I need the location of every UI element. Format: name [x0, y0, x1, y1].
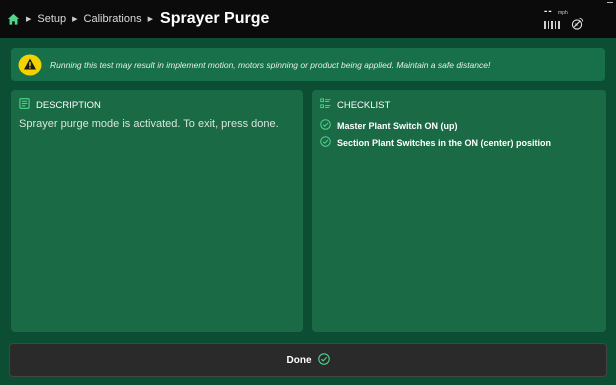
check-circle-icon — [317, 352, 330, 368]
done-label: Done — [286, 354, 312, 366]
warning-text: Running this test may result in implemen… — [50, 59, 491, 70]
signal-bars-icon — [544, 21, 560, 29]
window-control — [607, 2, 613, 3]
home-icon[interactable] — [7, 13, 20, 26]
description-header: DESCRIPTION — [19, 98, 101, 112]
warning-banner: Running this test may result in implemen… — [11, 48, 605, 81]
checklist-panel: CHECKLIST Master Plant Switch ON (up) Se… — [312, 90, 606, 332]
checklist-item-label: Section Plant Switches in the ON (center… — [337, 137, 552, 148]
chevron-right-icon: ▶ — [26, 16, 32, 23]
description-text: Sprayer purge mode is activated. To exit… — [19, 118, 279, 130]
breadcrumb: ▶ Setup ▶ Calibrations ▶ Sprayer Purge — [0, 10, 269, 28]
chevron-right-icon: ▶ — [72, 16, 78, 23]
done-button[interactable]: Done — [9, 343, 607, 377]
checklist-heading: CHECKLIST — [337, 99, 391, 111]
chevron-right-icon: ▶ — [147, 16, 154, 23]
warning-icon — [18, 54, 42, 76]
page-title: Sprayer Purge — [160, 10, 270, 27]
checklist-header: CHECKLIST — [320, 98, 390, 112]
checklist-item-label: Master Plant Switch ON (up) — [337, 120, 458, 131]
description-panel: DESCRIPTION Sprayer purge mode is activa… — [11, 90, 303, 332]
checklist-icon — [320, 98, 331, 112]
description-heading: DESCRIPTION — [36, 99, 101, 111]
gps-icon — [570, 17, 584, 31]
breadcrumb-item-calibrations[interactable]: Calibrations — [84, 13, 142, 25]
checklist-item: Section Plant Switches in the ON (center… — [320, 134, 551, 151]
description-icon — [19, 98, 30, 112]
breadcrumb-item-setup[interactable]: Setup — [37, 13, 66, 25]
check-circle-icon — [320, 136, 331, 149]
status-indicators: -- mph — [544, 6, 596, 32]
speed-unit: mph — [558, 10, 568, 16]
checklist: Master Plant Switch ON (up) Section Plan… — [320, 117, 551, 151]
speed-value: -- — [544, 6, 553, 17]
check-circle-icon — [320, 119, 331, 132]
top-bar: ▶ Setup ▶ Calibrations ▶ Sprayer Purge -… — [0, 0, 616, 38]
checklist-item: Master Plant Switch ON (up) — [320, 117, 551, 134]
